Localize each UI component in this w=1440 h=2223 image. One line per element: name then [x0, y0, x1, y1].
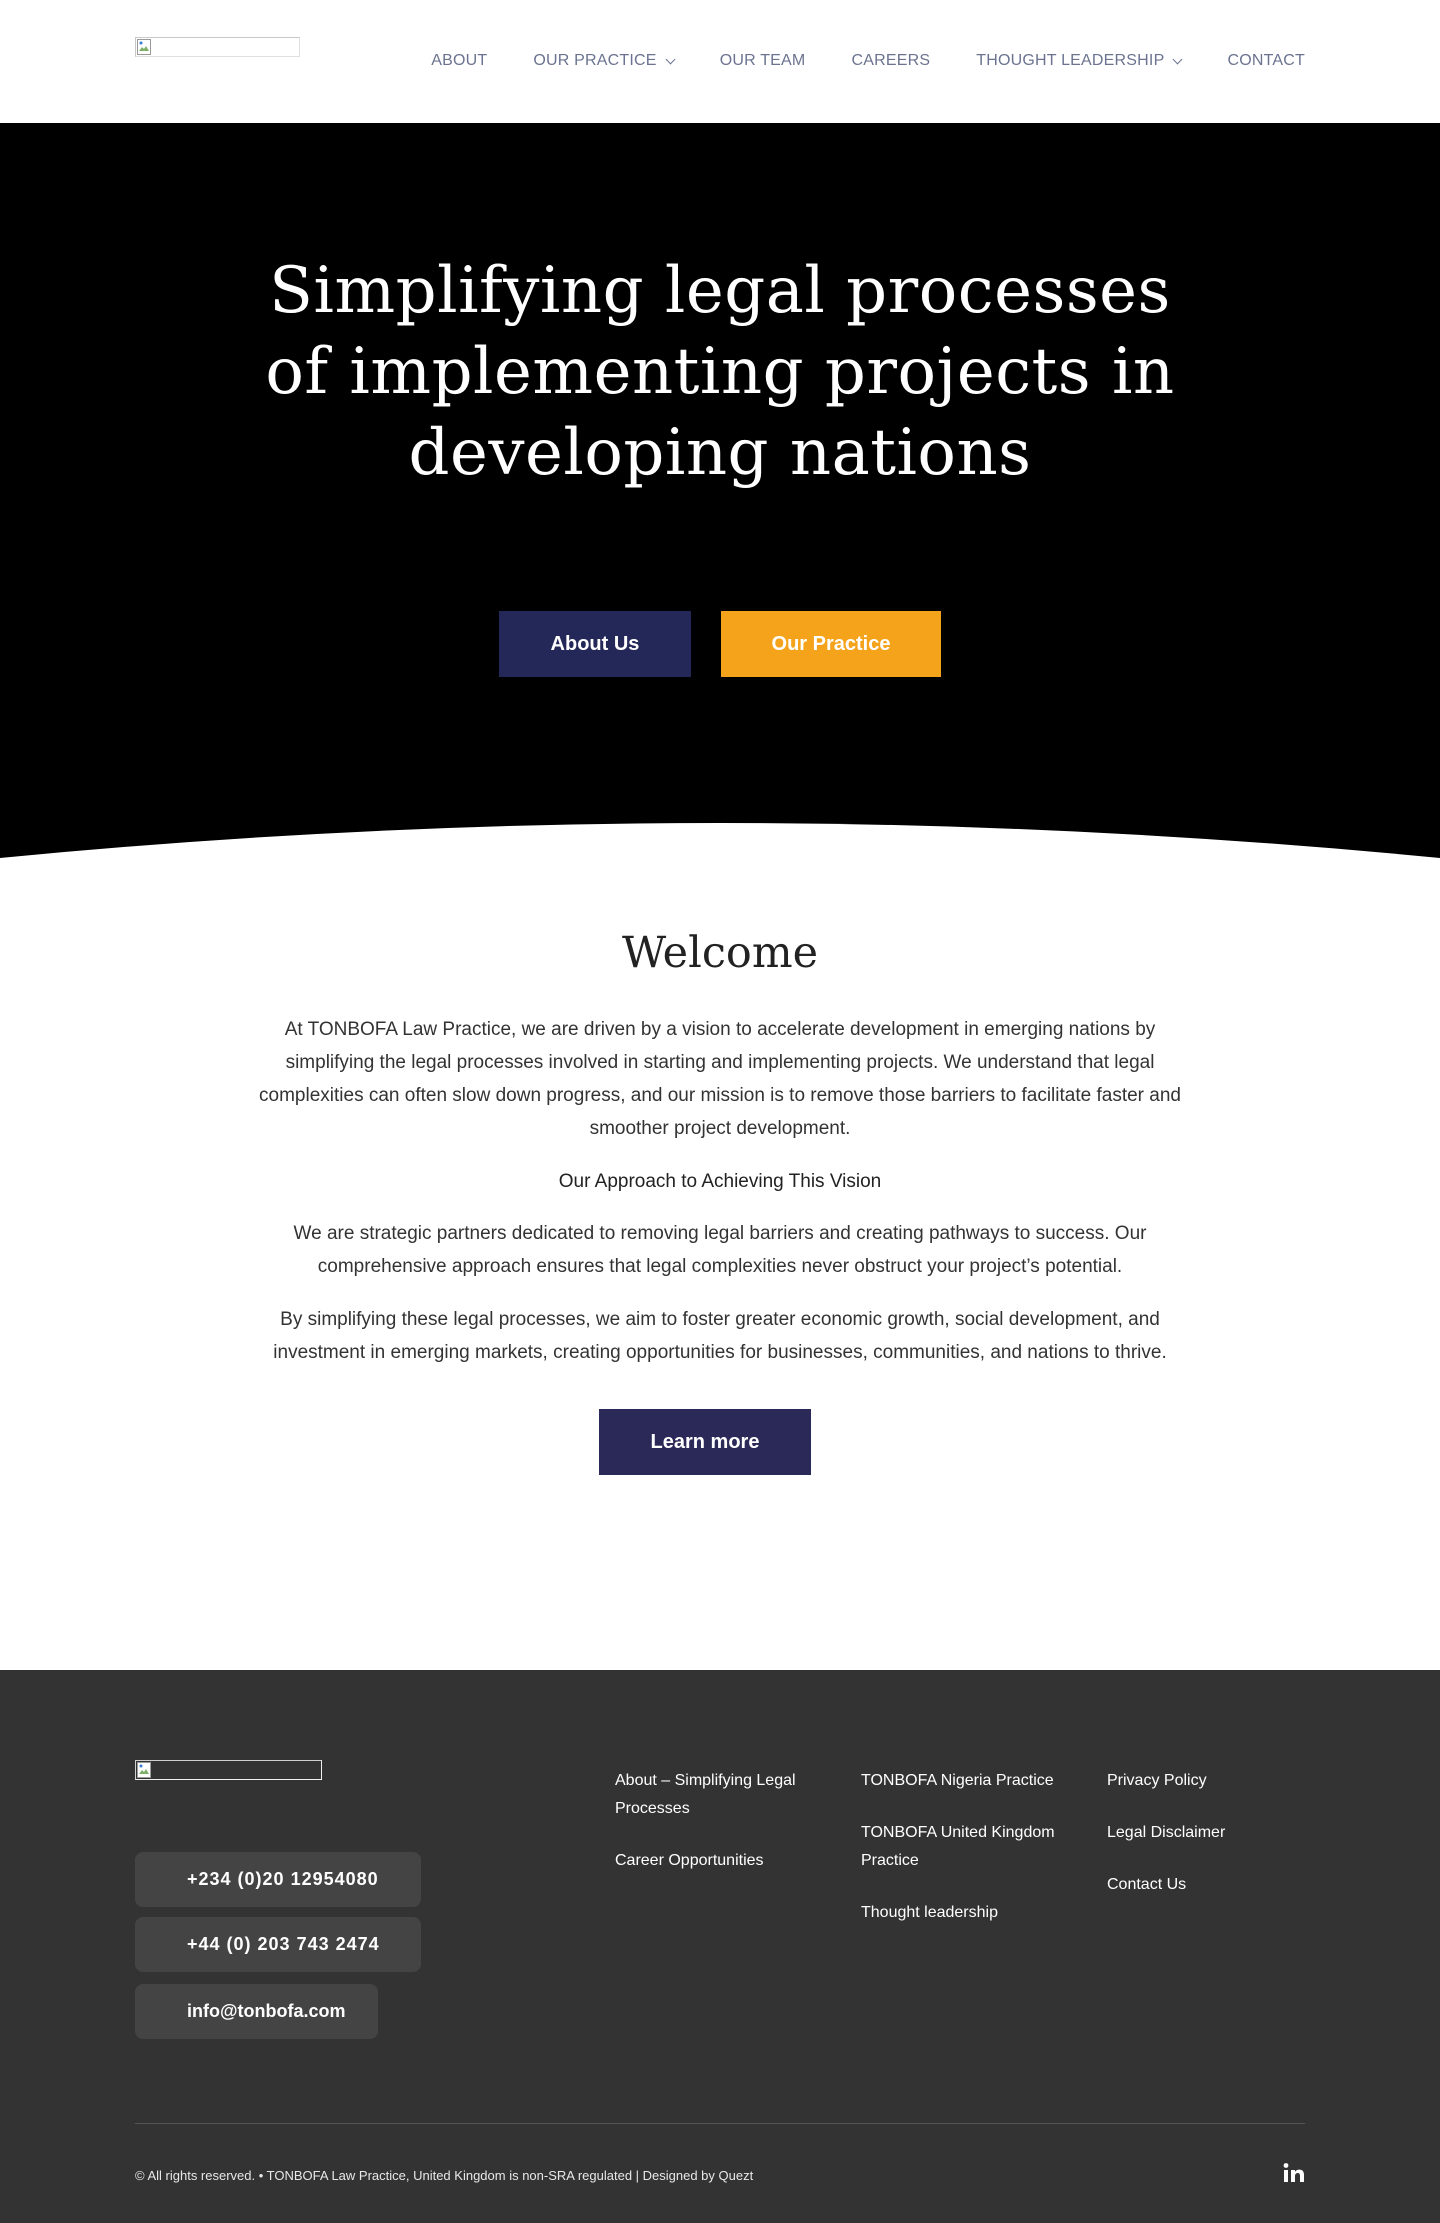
site-logo[interactable]: [135, 37, 300, 57]
nav-label: THOUGHT LEADERSHIP: [976, 52, 1165, 69]
hero-title-line: developing nations: [408, 416, 1032, 490]
nav-label: CONTACT: [1227, 52, 1305, 69]
chevron-down-icon: [1173, 54, 1183, 64]
site-header: ABOUT OUR PRACTICE OUR TEAM CAREERS THOU…: [0, 0, 1440, 123]
nav-label: ABOUT: [431, 52, 488, 69]
phone-nigeria-button[interactable]: +234 (0)20 12954080: [135, 1852, 421, 1907]
hero-title-line: of implementing projects in: [265, 335, 1175, 409]
chevron-down-icon: [665, 54, 676, 64]
footer-link-privacy[interactable]: Privacy Policy: [1107, 1767, 1327, 1795]
hero-title: Simplifying legal processes of implement…: [0, 251, 1440, 494]
nav-label: CAREERS: [851, 52, 931, 69]
footer-link-nigeria-practice[interactable]: TONBOFA Nigeria Practice: [861, 1767, 1081, 1795]
footer-column-practice: TONBOFA Nigeria Practice TONBOFA United …: [861, 1767, 1081, 1951]
footer-link-thought-leadership[interactable]: Thought leadership: [861, 1899, 1081, 1927]
broken-image-icon: [137, 39, 151, 55]
footer-link-contact[interactable]: Contact Us: [1107, 1871, 1327, 1899]
learn-more-button[interactable]: Learn more: [599, 1409, 811, 1475]
footer-column-about: About – Simplifying Legal Processes Care…: [615, 1767, 835, 1899]
footer-column-legal: Privacy Policy Legal Disclaimer Contact …: [1107, 1767, 1327, 1923]
welcome-section: Welcome At TONBOFA Law Practice, we are …: [0, 858, 1440, 1670]
phone-uk-button[interactable]: +44 (0) 203 743 2474: [135, 1917, 421, 1972]
nav-item-our-team[interactable]: OUR TEAM: [720, 52, 806, 70]
footer-link-careers[interactable]: Career Opportunities: [615, 1847, 835, 1875]
email-button[interactable]: info@tonbofa.com: [135, 1984, 378, 2039]
footer-link-uk-practice[interactable]: TONBOFA United Kingdom Practice: [861, 1819, 1081, 1875]
nav-label: OUR TEAM: [719, 52, 806, 69]
broken-image-icon: [137, 1762, 151, 1778]
about-us-button[interactable]: About Us: [499, 611, 691, 677]
nav-item-about[interactable]: ABOUT: [431, 52, 487, 70]
nav-item-careers[interactable]: CAREERS: [851, 52, 930, 70]
copyright-text: © All rights reserved. • TONBOFA Law Pra…: [135, 2168, 754, 2183]
hero-section: Simplifying legal processes of implement…: [0, 123, 1440, 858]
main-nav: ABOUT OUR PRACTICE OUR TEAM CAREERS THOU…: [431, 52, 1305, 70]
nav-item-contact[interactable]: CONTACT: [1227, 52, 1305, 70]
our-practice-button[interactable]: Our Practice: [721, 611, 941, 677]
welcome-paragraph: At TONBOFA Law Practice, we are driven b…: [259, 1019, 1181, 1139]
welcome-title: Welcome: [621, 928, 819, 978]
linkedin-icon[interactable]: [1283, 2162, 1305, 2184]
footer-logo[interactable]: [135, 1760, 322, 1780]
nav-label: OUR PRACTICE: [533, 52, 657, 69]
footer-link-about[interactable]: About – Simplifying Legal Processes: [615, 1767, 835, 1823]
footer-divider: [135, 2123, 1305, 2124]
footer-link-disclaimer[interactable]: Legal Disclaimer: [1107, 1819, 1327, 1847]
approach-subheading: Our Approach to Achieving This Vision: [558, 1171, 882, 1192]
site-footer: +234 (0)20 12954080 +44 (0) 203 743 2474…: [0, 1670, 1440, 2223]
hero-curve-divider: [0, 823, 1440, 858]
hero-title-line: Simplifying legal processes: [269, 254, 1171, 328]
welcome-paragraph: By simplifying these legal processes, we…: [273, 1309, 1167, 1363]
welcome-paragraph: We are strategic partners dedicated to r…: [293, 1223, 1147, 1277]
nav-item-our-practice[interactable]: OUR PRACTICE: [533, 52, 676, 70]
nav-item-thought-leadership[interactable]: THOUGHT LEADERSHIP: [976, 52, 1183, 70]
